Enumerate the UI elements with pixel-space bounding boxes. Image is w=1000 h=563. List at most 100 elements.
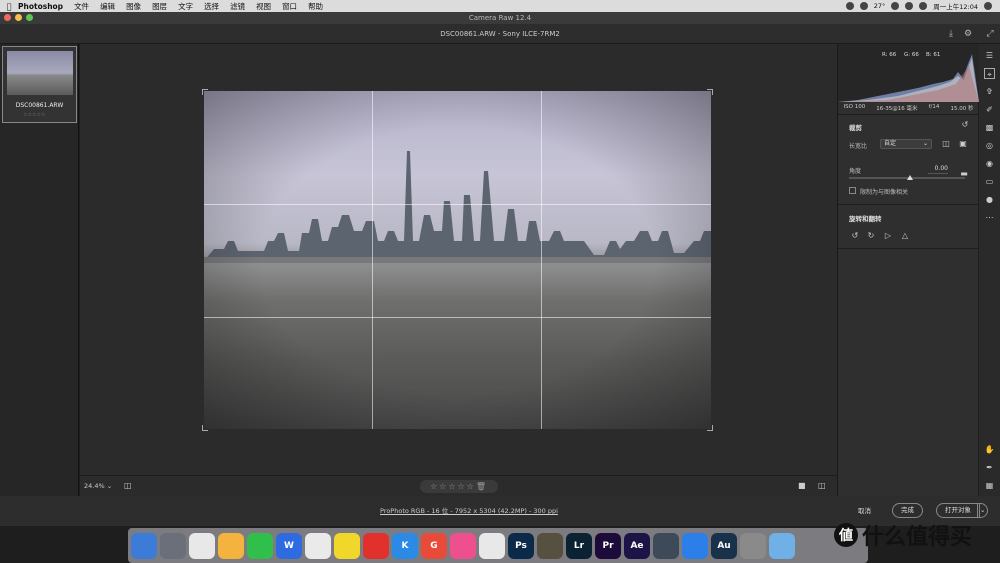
wps-icon[interactable]: W xyxy=(276,532,302,559)
wechat-icon[interactable] xyxy=(247,532,273,559)
menu-filter[interactable]: 滤镜 xyxy=(230,1,245,12)
flip-vertical-icon[interactable]: △ xyxy=(900,231,910,240)
before-after-icon[interactable]: ◫ xyxy=(818,481,826,490)
crop-tool-icon[interactable]: ⌖ xyxy=(984,68,995,79)
menu-edit[interactable]: 编辑 xyxy=(100,1,115,12)
lightroom-icon[interactable]: Lr xyxy=(566,532,592,559)
settings-icon[interactable] xyxy=(740,532,766,559)
menubar-clock[interactable]: 周一上午12:04 xyxy=(933,1,978,11)
done-button[interactable]: 完成 xyxy=(892,503,923,518)
folder-icon[interactable] xyxy=(769,532,795,559)
fullscreen-icon[interactable]: ⤢ xyxy=(983,24,997,44)
crop-grid-line xyxy=(204,317,711,318)
chrome-icon[interactable] xyxy=(189,532,215,559)
kugou-icon[interactable]: K xyxy=(392,532,418,559)
more-icon[interactable]: ⋯ xyxy=(984,212,995,223)
notes-icon[interactable] xyxy=(218,532,244,559)
wechat-status-icon[interactable] xyxy=(859,2,868,10)
save-icon[interactable]: ⤓ xyxy=(944,24,958,44)
bridge-icon[interactable] xyxy=(537,532,563,559)
music-icon[interactable] xyxy=(334,532,360,559)
flip-horizontal-icon[interactable]: ▷ xyxy=(883,231,893,240)
app-pink-icon[interactable] xyxy=(450,532,476,559)
gear-icon[interactable]: ⚙ xyxy=(961,24,975,44)
view-mode-icon[interactable]: ■ xyxy=(798,481,806,490)
menu-layer[interactable]: 图层 xyxy=(152,1,167,12)
thumbnail-rating[interactable]: ☆☆☆☆☆ xyxy=(23,112,45,118)
lock-icon[interactable]: ▣ xyxy=(958,139,968,148)
rotate-aspect-icon[interactable]: ◫ xyxy=(941,139,951,148)
presets-icon[interactable]: ● xyxy=(984,194,995,205)
menu-type[interactable]: 文字 xyxy=(178,1,193,12)
preview-photo[interactable] xyxy=(204,91,711,429)
edit-sliders-icon[interactable]: ☰ xyxy=(984,50,995,61)
filmstrip: DSC00861.ARW ☆☆☆☆☆ xyxy=(0,44,79,496)
color-sampler-icon[interactable]: ✒ xyxy=(984,462,995,473)
photoshop-icon[interactable]: Ps xyxy=(508,532,534,559)
open-options-chevron-icon[interactable]: ⌄ xyxy=(977,503,989,518)
aspect-ratio-select[interactable]: 自定 ⌄ xyxy=(880,139,932,149)
quicktime-icon[interactable] xyxy=(653,532,679,559)
menu-help[interactable]: 帮助 xyxy=(308,1,323,12)
aftereffects-icon[interactable]: Ae xyxy=(624,532,650,559)
snapshots-icon[interactable]: ▭ xyxy=(984,176,995,187)
qq-icon[interactable] xyxy=(479,532,505,559)
app-g-icon[interactable]: G xyxy=(421,532,447,559)
apple-icon[interactable]:  xyxy=(0,2,18,11)
netease-icon[interactable] xyxy=(363,532,389,559)
radial-filter-icon[interactable]: ◎ xyxy=(984,140,995,151)
histogram-b: B: 61 xyxy=(926,52,941,58)
media-icon[interactable] xyxy=(845,2,854,10)
healing-icon[interactable]: ✞ xyxy=(984,86,995,97)
chevron-down-icon: ⌄ xyxy=(922,140,928,147)
zoom-level[interactable]: 24.4% ⌄ xyxy=(84,476,112,497)
open-object-button[interactable]: 打开对象 xyxy=(936,503,980,518)
red-eye-icon[interactable]: ◉ xyxy=(984,158,995,169)
hand-tool-icon[interactable]: ✋ xyxy=(984,444,995,455)
menu-select[interactable]: 选择 xyxy=(204,1,219,12)
rating-stars[interactable]: ☆☆☆☆☆🗑 xyxy=(420,480,498,493)
constrain-label: 限制为与图像相关 xyxy=(860,189,909,196)
linear-gradient-icon[interactable]: ▩ xyxy=(984,122,995,133)
right-panel: R: 66 G: 66 B: 61 ISO 100 16-35@16 毫米 f/… xyxy=(837,44,979,496)
launchpad-icon[interactable] xyxy=(160,532,186,559)
workflow-options-link[interactable]: ProPhoto RGB - 16 位 - 7952 x 5304 (42.2M… xyxy=(380,496,558,526)
brush-icon[interactable]: ✐ xyxy=(984,104,995,115)
filmstrip-thumbnail[interactable]: DSC00861.ARW ☆☆☆☆☆ xyxy=(2,46,77,123)
weather-text[interactable]: 27° xyxy=(874,2,886,10)
menu-photoshop[interactable]: Photoshop xyxy=(18,2,63,11)
thumbnail-image xyxy=(7,51,73,95)
minimize-window-button[interactable] xyxy=(15,14,22,21)
crop-handle-bottom-right[interactable] xyxy=(707,425,713,431)
angle-slider[interactable] xyxy=(849,175,965,180)
angle-slider-knob[interactable] xyxy=(907,175,913,180)
clock-icon[interactable] xyxy=(305,532,331,559)
menu-image[interactable]: 图像 xyxy=(126,1,141,12)
menu-view[interactable]: 视图 xyxy=(256,1,271,12)
reset-crop-icon[interactable]: ↺ xyxy=(960,120,970,129)
rotate-right-icon[interactable]: ↻ xyxy=(866,231,876,240)
close-window-button[interactable] xyxy=(4,14,11,21)
spotlight-icon[interactable] xyxy=(919,2,928,10)
menu-file[interactable]: 文件 xyxy=(74,1,89,12)
feishu-icon[interactable] xyxy=(682,532,708,559)
control-center-icon[interactable] xyxy=(984,2,992,10)
crop-handle-bottom-left[interactable] xyxy=(202,425,208,431)
grid-icon[interactable]: ▦ xyxy=(984,480,995,491)
audition-icon[interactable]: Au xyxy=(711,532,737,559)
wifi-icon[interactable] xyxy=(905,2,914,10)
filmstrip-toggle-icon[interactable]: ◫ xyxy=(124,481,132,490)
thumbnail-filename: DSC00861.ARW xyxy=(15,102,64,109)
window-title: Camera Raw 12.4 xyxy=(468,14,532,22)
crop-handle-top-right[interactable] xyxy=(707,89,713,95)
menu-window[interactable]: 窗口 xyxy=(282,1,297,12)
angle-value[interactable]: 0.00 xyxy=(928,165,948,174)
crop-handle-top-left[interactable] xyxy=(202,89,208,95)
finder-icon[interactable] xyxy=(131,532,157,559)
rotate-left-icon[interactable]: ↺ xyxy=(850,231,860,240)
exif-shutter: 15.00 秒 xyxy=(950,106,974,112)
zoom-window-button[interactable] xyxy=(26,14,33,21)
constrain-checkbox[interactable] xyxy=(849,187,856,194)
premiere-icon[interactable]: Pr xyxy=(595,532,621,559)
battery-icon[interactable] xyxy=(891,2,900,10)
